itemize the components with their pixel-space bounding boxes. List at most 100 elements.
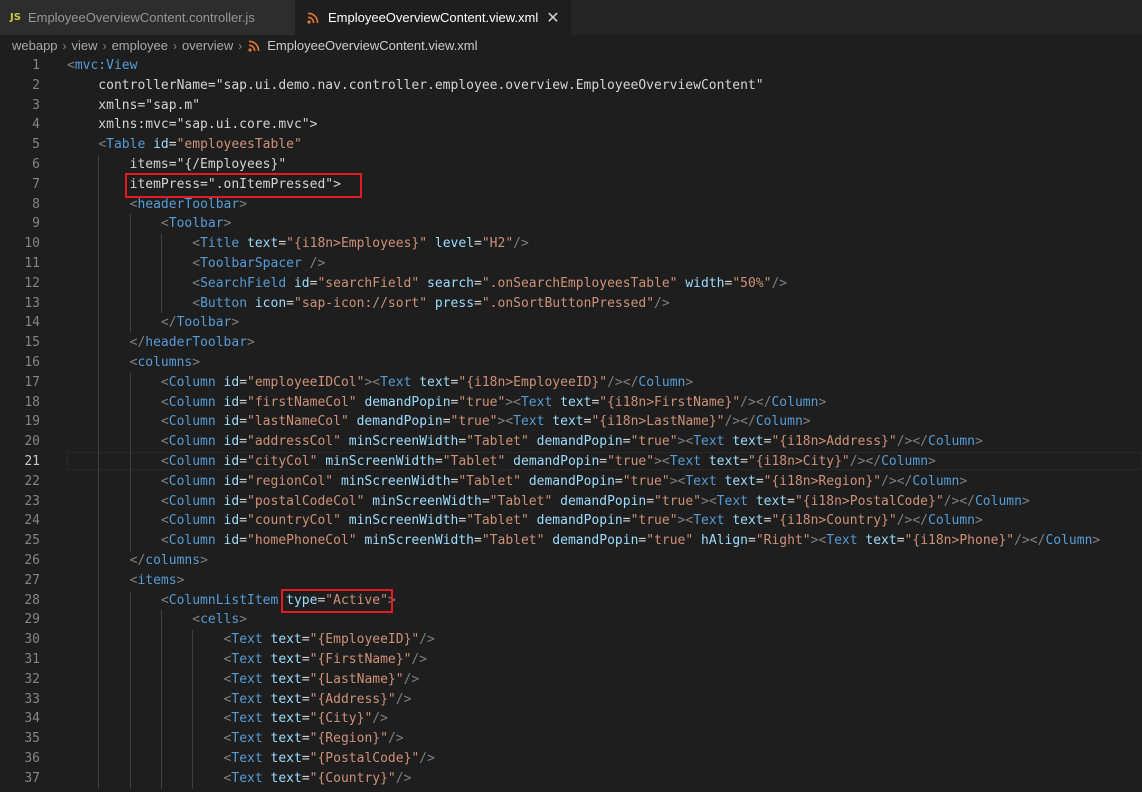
tag-bracket: /> bbox=[740, 394, 756, 410]
attribute-name: id bbox=[223, 513, 240, 529]
attribute-value: "true" bbox=[607, 454, 655, 469]
breadcrumb-item-file[interactable]: EmployeeOverviewContent.view.xml bbox=[247, 38, 477, 53]
code-line[interactable]: 26 </columns> bbox=[0, 551, 1142, 571]
attribute-value: "{PostalCode}" bbox=[309, 751, 420, 766]
tag-bracket: /> bbox=[849, 454, 866, 469]
breadcrumb-item-webapp[interactable]: webapp bbox=[12, 38, 58, 53]
code-line[interactable]: 37 <Text text="{Country}"/> bbox=[0, 768, 1142, 789]
attribute-name: minScreenWidth bbox=[325, 454, 435, 469]
tag-name: Table bbox=[106, 137, 146, 153]
tag-bracket: </ bbox=[896, 473, 913, 489]
code-line[interactable]: 25 <Column id="homePhoneCol" minScreenWi… bbox=[0, 531, 1142, 551]
code-line[interactable]: 15 </headerToolbar> bbox=[0, 333, 1142, 353]
code-line[interactable]: 24 <Column id="countryCol" minScreenWidt… bbox=[0, 511, 1142, 532]
code-text: </headerToolbar> bbox=[67, 333, 255, 353]
code-line[interactable]: 10 <Title text="{i18n>Employees}" level=… bbox=[0, 234, 1142, 254]
code-token: = bbox=[239, 454, 248, 469]
code-line[interactable]: 31 <Text text="{FirstName}"/> bbox=[0, 650, 1142, 670]
attribute-value: "Tablet" bbox=[442, 454, 506, 469]
code-line[interactable]: 5 <Table id="employeesTable" bbox=[0, 135, 1142, 155]
annotation-box-itempress bbox=[124, 172, 362, 198]
breadcrumb: webapp › view › employee › overview › Em… bbox=[0, 35, 1142, 56]
code-editor[interactable]: 1 <mvc:View 2 controllerName="sap.ui.demo.… bbox=[0, 56, 1142, 792]
code-line[interactable]: 3 xmlns="sap.m" bbox=[0, 96, 1142, 116]
attribute-value: "H2" bbox=[481, 236, 514, 252]
breadcrumb-item-employee[interactable]: employee bbox=[112, 38, 168, 53]
code-line[interactable]: 9 <Toolbar> bbox=[0, 214, 1142, 235]
attribute-value: "regionCol" bbox=[247, 473, 334, 489]
code-line[interactable]: 12 <SearchField id="searchField" search=… bbox=[0, 273, 1142, 294]
code-line[interactable]: 28 <ColumnListItem type="Active"> bbox=[0, 590, 1142, 611]
code-line[interactable]: 14 </Toolbar> bbox=[0, 313, 1142, 334]
line-number: 13 bbox=[24, 295, 40, 311]
breadcrumb-item-overview[interactable]: overview bbox=[182, 38, 233, 53]
code-text: <Title text="{i18n>Employees}" level="H2… bbox=[67, 234, 529, 254]
code-line[interactable]: 1 <mvc:View bbox=[0, 56, 1142, 76]
attribute-value: "employeesTable" bbox=[176, 137, 302, 153]
code-line[interactable]: 17 <Column id="employeeIDCol"><Text text… bbox=[0, 372, 1142, 393]
code-line[interactable]: 35 <Text text="{Region}"/> bbox=[0, 729, 1142, 749]
attribute-name: text bbox=[270, 691, 302, 707]
attribute-value: "Tablet" bbox=[466, 513, 529, 529]
code-line[interactable]: 33 <Text text="{Address}"/> bbox=[0, 689, 1142, 710]
attribute-value: "Tablet" bbox=[489, 493, 553, 509]
code-token: = bbox=[442, 414, 451, 430]
code-token: = bbox=[434, 454, 443, 469]
code-line[interactable]: 20 <Column id="addressCol" minScreenWidt… bbox=[0, 432, 1142, 452]
code-line[interactable]: 2 controllerName="sap.ui.demo.nav.contro… bbox=[0, 76, 1142, 96]
code-line[interactable]: 19 <Column id="lastNameCol" demandPopin=… bbox=[0, 412, 1142, 433]
code-token: = bbox=[278, 236, 287, 252]
code-token: xmlns="sap.m" bbox=[67, 97, 201, 113]
tag-name: Text bbox=[669, 454, 702, 469]
line-number: 27 bbox=[24, 572, 40, 588]
code-text: <columns> bbox=[67, 353, 200, 373]
close-icon[interactable]: ✕ bbox=[546, 8, 559, 27]
attribute-name: id bbox=[153, 137, 169, 153]
code-line[interactable]: 18 <Column id="firstNameCol" demandPopin… bbox=[0, 392, 1142, 413]
code-line[interactable]: 36 <Text text="{PostalCode}"/> bbox=[0, 749, 1142, 769]
code-text: <items> bbox=[67, 571, 185, 591]
line-number: 5 bbox=[32, 137, 40, 153]
code-line[interactable]: 32 <Text text="{LastName}"/> bbox=[0, 669, 1142, 690]
line-number: 3 bbox=[32, 97, 40, 113]
tab-controller-js[interactable]: JS EmployeeOverviewContent.controller.js bbox=[0, 0, 295, 35]
code-line[interactable]: 16 <columns> bbox=[0, 353, 1142, 373]
tag-name: Column bbox=[168, 513, 216, 529]
code-line[interactable]: 11 <ToolbarSpacer /> bbox=[0, 254, 1142, 274]
code-text: xmlns="sap.m" bbox=[67, 96, 200, 116]
code-line[interactable]: 21 <Column id="cityCol" minScreenWidth="… bbox=[0, 452, 1142, 472]
attribute-value: "{i18n>EmployeeID}" bbox=[458, 374, 608, 390]
line-number: 37 bbox=[24, 770, 40, 786]
breadcrumb-item-view[interactable]: view bbox=[72, 38, 98, 53]
code-line[interactable]: 13 <Button icon="sap-icon://sort" press=… bbox=[0, 293, 1142, 314]
attribute-value: "firstNameCol" bbox=[247, 394, 357, 410]
code-line[interactable]: 23 <Column id="postalCodeCol" minScreenW… bbox=[0, 491, 1142, 512]
attribute-value: "{i18n>Region}" bbox=[763, 473, 882, 489]
line-number: 12 bbox=[24, 275, 40, 291]
tag-name: Column bbox=[168, 473, 216, 489]
code-line[interactable]: 29 <cells> bbox=[0, 610, 1142, 631]
tag-name: Text bbox=[685, 473, 717, 489]
code-line[interactable]: 30 <Text text="{EmployeeID}"/> bbox=[0, 630, 1142, 650]
tag-bracket: /> bbox=[771, 275, 788, 291]
attribute-name: text bbox=[270, 711, 302, 727]
tab-label: EmployeeOverviewContent.view.xml bbox=[328, 10, 539, 25]
tag-name: Column bbox=[771, 394, 819, 410]
code-line[interactable]: 22 <Column id="regionCol" minScreenWidth… bbox=[0, 471, 1142, 492]
tag-name: Text bbox=[513, 414, 545, 430]
code-line[interactable]: 27 <items> bbox=[0, 570, 1142, 591]
code-line[interactable]: 4 xmlns:mvc="sap.ui.core.mvc"> bbox=[0, 115, 1142, 135]
code-line[interactable]: 34 <Text text="{City}"/> bbox=[0, 709, 1142, 730]
tag-bracket: /> bbox=[654, 295, 670, 311]
tag-bracket: < bbox=[192, 295, 201, 311]
tab-view-xml[interactable]: EmployeeOverviewContent.view.xml ✕ bbox=[295, 0, 571, 35]
